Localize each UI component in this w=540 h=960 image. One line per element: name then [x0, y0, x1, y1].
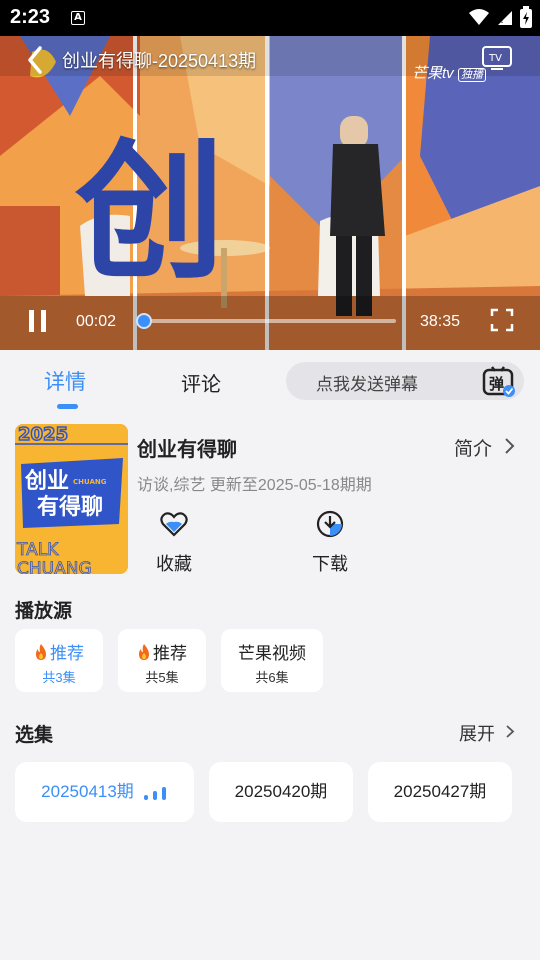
current-time: 00:02 — [76, 313, 117, 330]
source-name: 推荐 — [118, 639, 206, 664]
download-label: 下载 — [312, 554, 348, 574]
wifi-icon — [469, 9, 489, 25]
source-card[interactable]: 推荐共5集 — [118, 629, 206, 692]
brand-badge: 独播 — [457, 68, 486, 82]
chevron-right-icon[interactable] — [504, 437, 516, 455]
status-bar: 2:23 A ! — [0, 0, 540, 36]
chevron-right-icon[interactable] — [505, 724, 515, 739]
danmaku-input[interactable]: 点我发送弹幕 弹 — [286, 362, 524, 400]
heart-icon — [160, 512, 188, 537]
svg-text:CHUANG: CHUANG — [73, 478, 107, 486]
source-name-text: 推荐 — [153, 644, 187, 663]
svg-text:创业: 创业 — [24, 469, 69, 494]
status-time: 2:23 — [10, 6, 51, 28]
seek-handle[interactable] — [136, 313, 152, 329]
tab-active-indicator — [57, 404, 78, 409]
episode-label: 20250413期 — [41, 782, 134, 801]
favorite-button[interactable]: 收藏 — [152, 510, 196, 576]
svg-text:弹: 弹 — [489, 375, 504, 393]
video-player[interactable]: 创 创业有得聊-20250413期 TV 芒果tv 独播 00:02 38:35 — [0, 36, 540, 350]
episode-label: 20250420期 — [234, 782, 328, 801]
tab-comment[interactable]: 评论 — [181, 368, 221, 397]
tv-cast-icon[interactable]: TV — [482, 46, 512, 70]
sources-title: 播放源 — [15, 601, 73, 622]
svg-text:有得聊: 有得聊 — [37, 494, 103, 520]
seek-bar[interactable] — [142, 319, 396, 323]
playing-equalizer-icon — [142, 766, 168, 826]
poster-art: 2025 创业 CHUANG 有得聊 TALK CHUANG — [15, 424, 128, 574]
show-poster[interactable]: 2025 创业 CHUANG 有得聊 TALK CHUANG — [15, 424, 128, 574]
source-name-text: 芒果视频 — [238, 644, 306, 663]
svg-text:TV: TV — [488, 53, 502, 64]
favorite-label: 收藏 — [156, 554, 192, 574]
battery-icon — [520, 6, 532, 28]
source-name-text: 推荐 — [50, 644, 84, 663]
source-episode-count: 共3集 — [42, 670, 76, 685]
danmaku-placeholder: 点我发送弹幕 — [316, 375, 418, 394]
episode-label: 20250427期 — [393, 782, 487, 801]
danmaku-toggle-icon[interactable]: 弹 — [482, 366, 516, 398]
episode-card[interactable]: 20250427期 — [368, 762, 512, 822]
svg-text:2025: 2025 — [18, 424, 68, 445]
pause-icon[interactable] — [26, 308, 50, 334]
expand-button[interactable]: 展开 — [459, 720, 495, 746]
show-title: 创业有得聊 — [137, 439, 237, 461]
source-episode-count: 共5集 — [145, 670, 179, 685]
svg-text:!: ! — [500, 15, 504, 26]
cell-signal-icon: ! — [498, 11, 512, 26]
tab-detail[interactable]: 详情 — [44, 366, 86, 396]
brand-name: 芒果tv — [412, 65, 454, 82]
svg-text:CHUANG: CHUANG — [17, 559, 92, 574]
brand-watermark: 芒果tv 独播 — [412, 62, 486, 83]
show-meta: 访谈,综艺 更新至2025-05-18期期 — [137, 477, 372, 494]
video-overlay-char: 创 — [75, 126, 225, 300]
download-button[interactable]: 下载 — [308, 510, 352, 576]
fullscreen-icon[interactable] — [490, 308, 514, 332]
source-episode-count: 共6集 — [255, 670, 289, 685]
source-card[interactable]: 推荐共3集 — [15, 629, 103, 692]
back-arrow-icon[interactable] — [20, 44, 52, 76]
tab-bar: 详情 评论 点我发送弹幕 弹 — [0, 350, 540, 414]
status-icons: ! — [468, 6, 532, 28]
source-name: 推荐 — [15, 639, 103, 664]
total-time: 38:35 — [420, 313, 461, 330]
video-frame: 创 — [0, 36, 540, 350]
source-name: 芒果视频 — [221, 639, 323, 664]
fire-icon — [139, 644, 149, 660]
intro-button[interactable]: 简介 — [454, 434, 492, 461]
download-icon — [316, 510, 344, 538]
episode-card[interactable]: 20250413期 — [15, 762, 194, 822]
source-card[interactable]: 芒果视频共6集 — [221, 629, 323, 692]
episodes-title: 选集 — [15, 725, 54, 746]
notification-icon: A — [71, 11, 85, 25]
episode-card[interactable]: 20250420期 — [209, 762, 353, 822]
svg-text:TALK: TALK — [16, 540, 59, 560]
video-title: 创业有得聊-20250413期 — [62, 51, 257, 71]
fire-icon — [36, 644, 46, 660]
